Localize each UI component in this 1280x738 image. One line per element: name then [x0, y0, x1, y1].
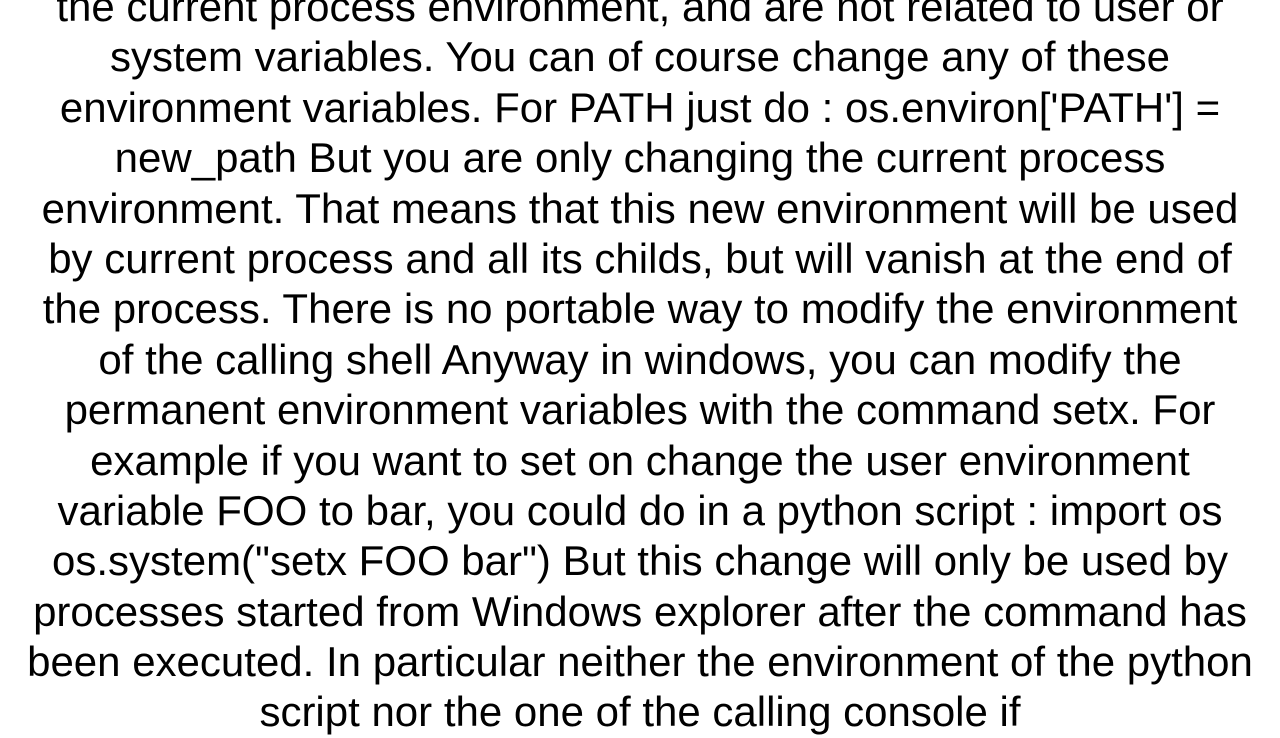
document-body-text: the current process environment, and are… — [20, 0, 1260, 738]
document-viewport: the current process environment, and are… — [0, 0, 1280, 720]
